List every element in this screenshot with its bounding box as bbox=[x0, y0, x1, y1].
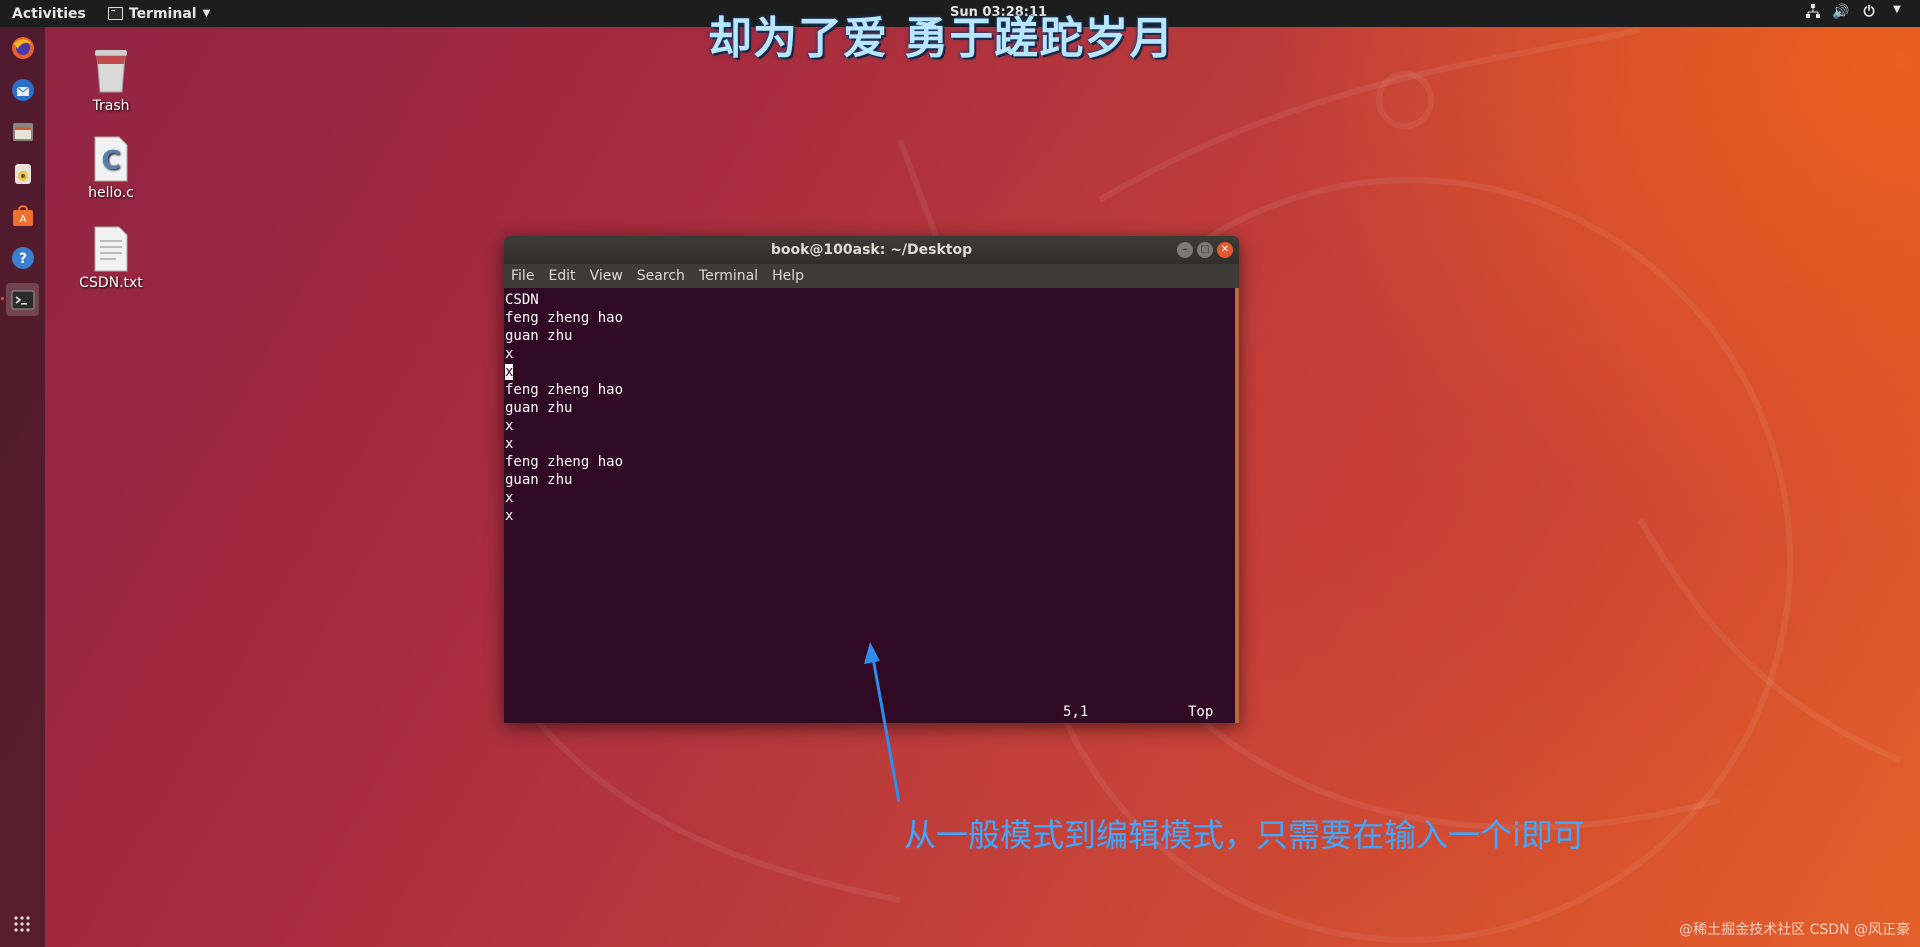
desktop-icon-trash[interactable]: Trash bbox=[61, 44, 161, 114]
window-title: book@100ask: ~/Desktop bbox=[770, 242, 973, 258]
software-center-icon: A bbox=[12, 204, 33, 226]
terminal-line: x bbox=[505, 418, 514, 434]
show-applications-icon[interactable] bbox=[13, 915, 31, 933]
terminal-line: x bbox=[505, 508, 514, 524]
trash-icon bbox=[95, 50, 127, 93]
help-icon: ? bbox=[11, 246, 34, 269]
chevron-down-icon[interactable]: ▼ bbox=[1888, 4, 1906, 22]
terminal-line: feng zheng hao bbox=[505, 382, 624, 398]
window-titlebar[interactable]: book@100ask: ~/Desktop – □ ✕ bbox=[504, 236, 1239, 264]
cursor-position: 5,1 bbox=[1063, 704, 1089, 720]
annotation-text: 从一般模式到编辑模式，只需要在输入一个i即可 bbox=[904, 816, 1585, 854]
rhythmbox-icon bbox=[14, 163, 31, 184]
text-file-icon bbox=[94, 226, 128, 272]
scroll-position: Top bbox=[1188, 704, 1214, 720]
terminal-line-cursor: x bbox=[505, 363, 1235, 381]
desktop-icon-csdn-txt[interactable]: CSDN.txt bbox=[61, 225, 161, 291]
overlay-banner: 却为了爱 勇于蹉跎岁月 bbox=[708, 13, 1175, 64]
annotation-arrow bbox=[864, 642, 900, 803]
cursor: x bbox=[505, 364, 514, 380]
menu-edit[interactable]: Edit bbox=[541, 268, 582, 284]
dock-item-software[interactable]: A bbox=[6, 199, 39, 232]
terminal-line: x bbox=[505, 436, 514, 452]
dock-item-files[interactable] bbox=[6, 115, 39, 148]
terminal-icon bbox=[11, 290, 34, 309]
c-source-file-icon: C bbox=[94, 136, 128, 182]
power-icon[interactable]: ⏻ bbox=[1860, 4, 1878, 22]
dock-item-rhythmbox[interactable] bbox=[6, 157, 39, 190]
terminal-line: feng zheng hao bbox=[505, 454, 624, 470]
menu-help[interactable]: Help bbox=[765, 268, 811, 284]
app-menu-label: Terminal bbox=[128, 5, 197, 22]
maximize-button[interactable]: □ bbox=[1197, 242, 1213, 258]
launcher-dock: A ? bbox=[0, 27, 45, 947]
terminal-line: CSDN bbox=[505, 292, 539, 308]
terminal-line: guan zhu bbox=[505, 472, 573, 488]
dock-item-help[interactable]: ? bbox=[6, 241, 39, 274]
desktop-icon-label: CSDN.txt bbox=[79, 275, 143, 291]
volume-icon[interactable]: 🔊 bbox=[1832, 4, 1850, 22]
menu-search[interactable]: Search bbox=[630, 268, 692, 284]
terminal-line: guan zhu bbox=[505, 328, 573, 344]
terminal-line: x bbox=[505, 346, 514, 362]
activities-button[interactable]: Activities bbox=[0, 6, 98, 22]
watermark: @稀土掘金技术社区 CSDN @风正豪 bbox=[1679, 922, 1910, 938]
desktop-icon-label: hello.c bbox=[88, 185, 134, 201]
chevron-down-icon: ▼ bbox=[202, 8, 211, 19]
firefox-icon bbox=[11, 36, 34, 59]
svg-text:C: C bbox=[101, 146, 120, 176]
close-button[interactable]: ✕ bbox=[1217, 242, 1233, 258]
svg-text:A: A bbox=[19, 214, 26, 225]
dock-item-firefox[interactable] bbox=[6, 31, 39, 64]
minimize-button[interactable]: – bbox=[1177, 242, 1193, 258]
system-tray[interactable]: 🔊 ⏻ ▼ bbox=[1804, 4, 1906, 22]
desktop-icon-hello-c[interactable]: C hello.c bbox=[61, 135, 161, 201]
files-icon bbox=[12, 122, 33, 141]
thunderbird-icon bbox=[11, 78, 34, 101]
active-indicator bbox=[1, 297, 4, 300]
dock-item-thunderbird[interactable] bbox=[6, 73, 39, 106]
menu-view[interactable]: View bbox=[583, 268, 630, 284]
terminal-line: x bbox=[505, 490, 514, 506]
menu-terminal[interactable]: Terminal bbox=[692, 268, 765, 284]
terminal-line: feng zheng hao bbox=[505, 310, 624, 326]
app-menu-terminal[interactable]: Terminal ▼ bbox=[107, 5, 211, 22]
menu-file[interactable]: File bbox=[504, 268, 541, 284]
terminal-small-icon bbox=[107, 7, 123, 20]
desktop-icon-label: Trash bbox=[92, 98, 130, 114]
network-icon[interactable] bbox=[1804, 4, 1822, 22]
dock-item-terminal[interactable] bbox=[6, 283, 39, 316]
svg-text:?: ? bbox=[18, 251, 26, 267]
window-menubar: File Edit View Search Terminal Help bbox=[504, 264, 1239, 288]
terminal-line: guan zhu bbox=[505, 400, 573, 416]
